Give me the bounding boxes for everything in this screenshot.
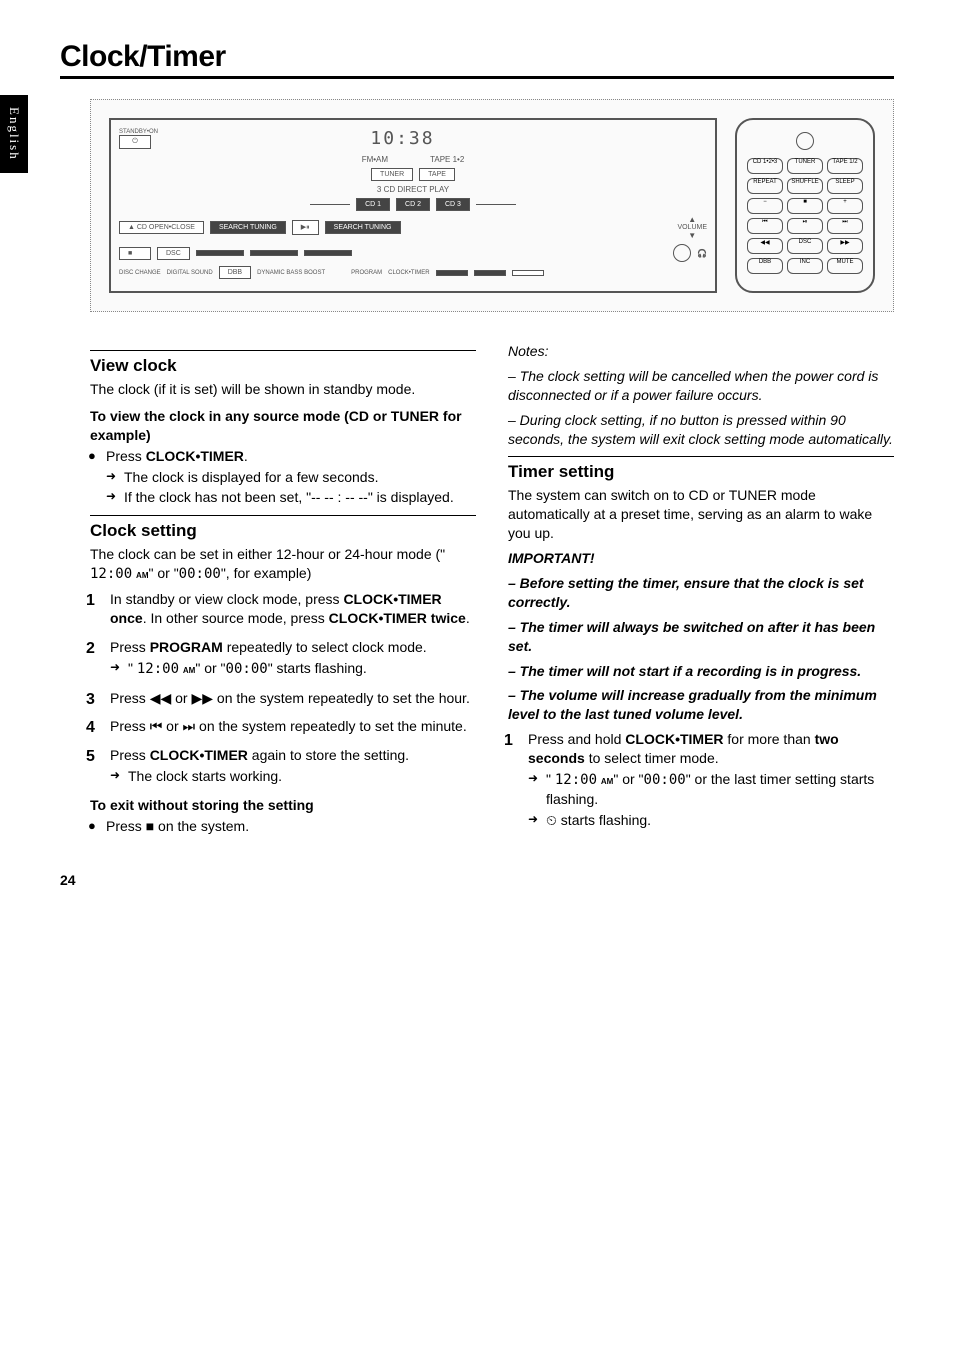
remote-dbb: DBB [747,258,783,274]
exit-subhead: To exit without storing the setting [90,796,476,815]
remote-mute: MUTE [827,258,863,274]
tape12-label: TAPE 1•2 [430,155,464,164]
notes-heading: Notes: [508,342,894,361]
dsc-button: DSC [157,247,190,260]
exit-bullet: Press ■ on the system. [90,817,476,836]
remote-play: ⏯ [787,218,823,234]
to-view-subhead: To view the clock in any source mode (CD… [90,407,476,445]
stereo-front-panel: STANDBY•ON ⏻ 10:38 FM•AM TAPE 1•2 TUNER … [109,118,717,293]
timer-setting-heading: Timer setting [508,456,894,484]
play-pause-button: ▶⏸ [292,220,319,235]
remote-next: ⏭ [827,218,863,234]
step-4: 4 Press ⏮ or ⏭ on the system repeatedly … [90,717,476,736]
search-button-l: SEARCH TUNING [210,221,286,234]
power-icon: ⏻ [119,135,151,149]
cd3-button: CD 3 [436,198,470,211]
digital-sound-label: DIGITAL SOUND [167,270,213,276]
fm-am-label: FM•AM [362,155,388,164]
important-4: – The volume will increase gradually fro… [508,686,894,724]
language-tab: English [0,95,28,173]
left-column: View clock The clock (if it is set) will… [90,342,476,842]
step-5: 5 Press CLOCK•TIMER again to store the s… [90,746,476,786]
timer-setting-text: The system can switch on to CD or TUNER … [508,486,894,543]
tape-button: TAPE [419,168,455,181]
page-number: 24 [60,872,894,888]
ct-btn-2 [474,270,506,276]
preset-1 [196,250,244,256]
remote-control: CD 1•2•3TUNERTAPE 1/2 REPEATSHUFFLESLEEP… [735,118,875,293]
search-button-r: SEARCH TUNING [325,221,401,234]
view-clock-text: The clock (if it is set) will be shown i… [90,380,476,399]
arrow-notset: If the clock has not been set, "-- -- : … [106,488,476,507]
standby-label: STANDBY•ON [119,129,158,135]
remote-stop: ■ [787,198,823,214]
clock-timer-label: CLOCK•TIMER [388,270,429,276]
disc-change-label: DISC CHANGE [119,270,161,276]
remote-power-icon [796,132,814,150]
lcd-display: 10:38 [370,128,434,149]
remote-cd-button: CD 1•2•3 [747,158,783,174]
arrow-displayed: The clock is displayed for a few seconds… [106,468,476,487]
page-title: Clock/Timer [60,40,894,79]
important-heading: IMPORTANT! [508,549,894,568]
step-1: 1 In standby or view clock mode, press C… [90,590,476,628]
press-clocktimer-bullet: Press CLOCK•TIMER. The clock is displaye… [90,447,476,508]
direct-play-label: 3 CD DIRECT PLAY [377,185,449,194]
dbb-button: DBB [219,266,251,279]
remote-prev: ⏮ [747,218,783,234]
bass-boost-label: DYNAMIC BASS BOOST [257,270,325,276]
remote-vol-up: + [827,198,863,214]
headphone-jack-icon [673,244,691,262]
note-1: – The clock setting will be cancelled wh… [508,367,894,405]
step-2-arrow: " 12:00 am" or "00:00" starts flashing. [110,659,476,679]
step-3: 3 Press ◀◀ or ▶▶ on the system repeatedl… [90,689,476,708]
note-2: – During clock setting, if no button is … [508,411,894,449]
preset-2 [250,250,298,256]
ct-btn-1 [436,270,468,276]
step-5-arrow: The clock starts working. [110,767,476,786]
remote-shuffle-button: SHUFFLE [787,178,823,194]
cd1-button: CD 1 [356,198,390,211]
stop-button-panel: ■ [119,247,151,260]
remote-inc: INC [787,258,823,274]
important-1: – Before setting the timer, ensure that … [508,574,894,612]
remote-dsc: DSC [787,238,823,254]
timer-step1-arrow2: ⏲ starts flashing. [528,811,894,830]
view-clock-heading: View clock [90,350,476,378]
timer-step1-arrow1: " 12:00 am" or "00:00" or the last timer… [528,770,894,809]
remote-ff: ▶▶ [827,238,863,254]
remote-rew: ◀◀ [747,238,783,254]
cd2-button: CD 2 [396,198,430,211]
volume-label: VOLUME [677,224,707,231]
clock-setting-text: The clock can be set in either 12-hour o… [90,545,476,584]
program-label: PROGRAM [351,270,382,276]
headphone-icon: 🎧 [697,249,707,258]
device-illustration: STANDBY•ON ⏻ 10:38 FM•AM TAPE 1•2 TUNER … [90,99,894,312]
remote-tuner-button: TUNER [787,158,823,174]
open-close-button: ▲ CD OPEN•CLOSE [119,221,204,234]
ct-btn-3 [512,270,544,276]
remote-vol-down: − [747,198,783,214]
right-column: Notes: – The clock setting will be cance… [508,342,894,842]
remote-tape-button: TAPE 1/2 [827,158,863,174]
step-2: 2 Press PROGRAM repeatedly to select clo… [90,638,476,679]
important-3: – The timer will not start if a recordin… [508,662,894,681]
clock-setting-heading: Clock setting [90,515,476,543]
remote-repeat-button: REPEAT [747,178,783,194]
remote-sleep-button: SLEEP [827,178,863,194]
timer-step-1: 1 Press and hold CLOCK•TIMER for more th… [508,730,894,829]
important-2: – The timer will always be switched on a… [508,618,894,656]
preset-3 [304,250,352,256]
tuner-button: TUNER [371,168,413,181]
